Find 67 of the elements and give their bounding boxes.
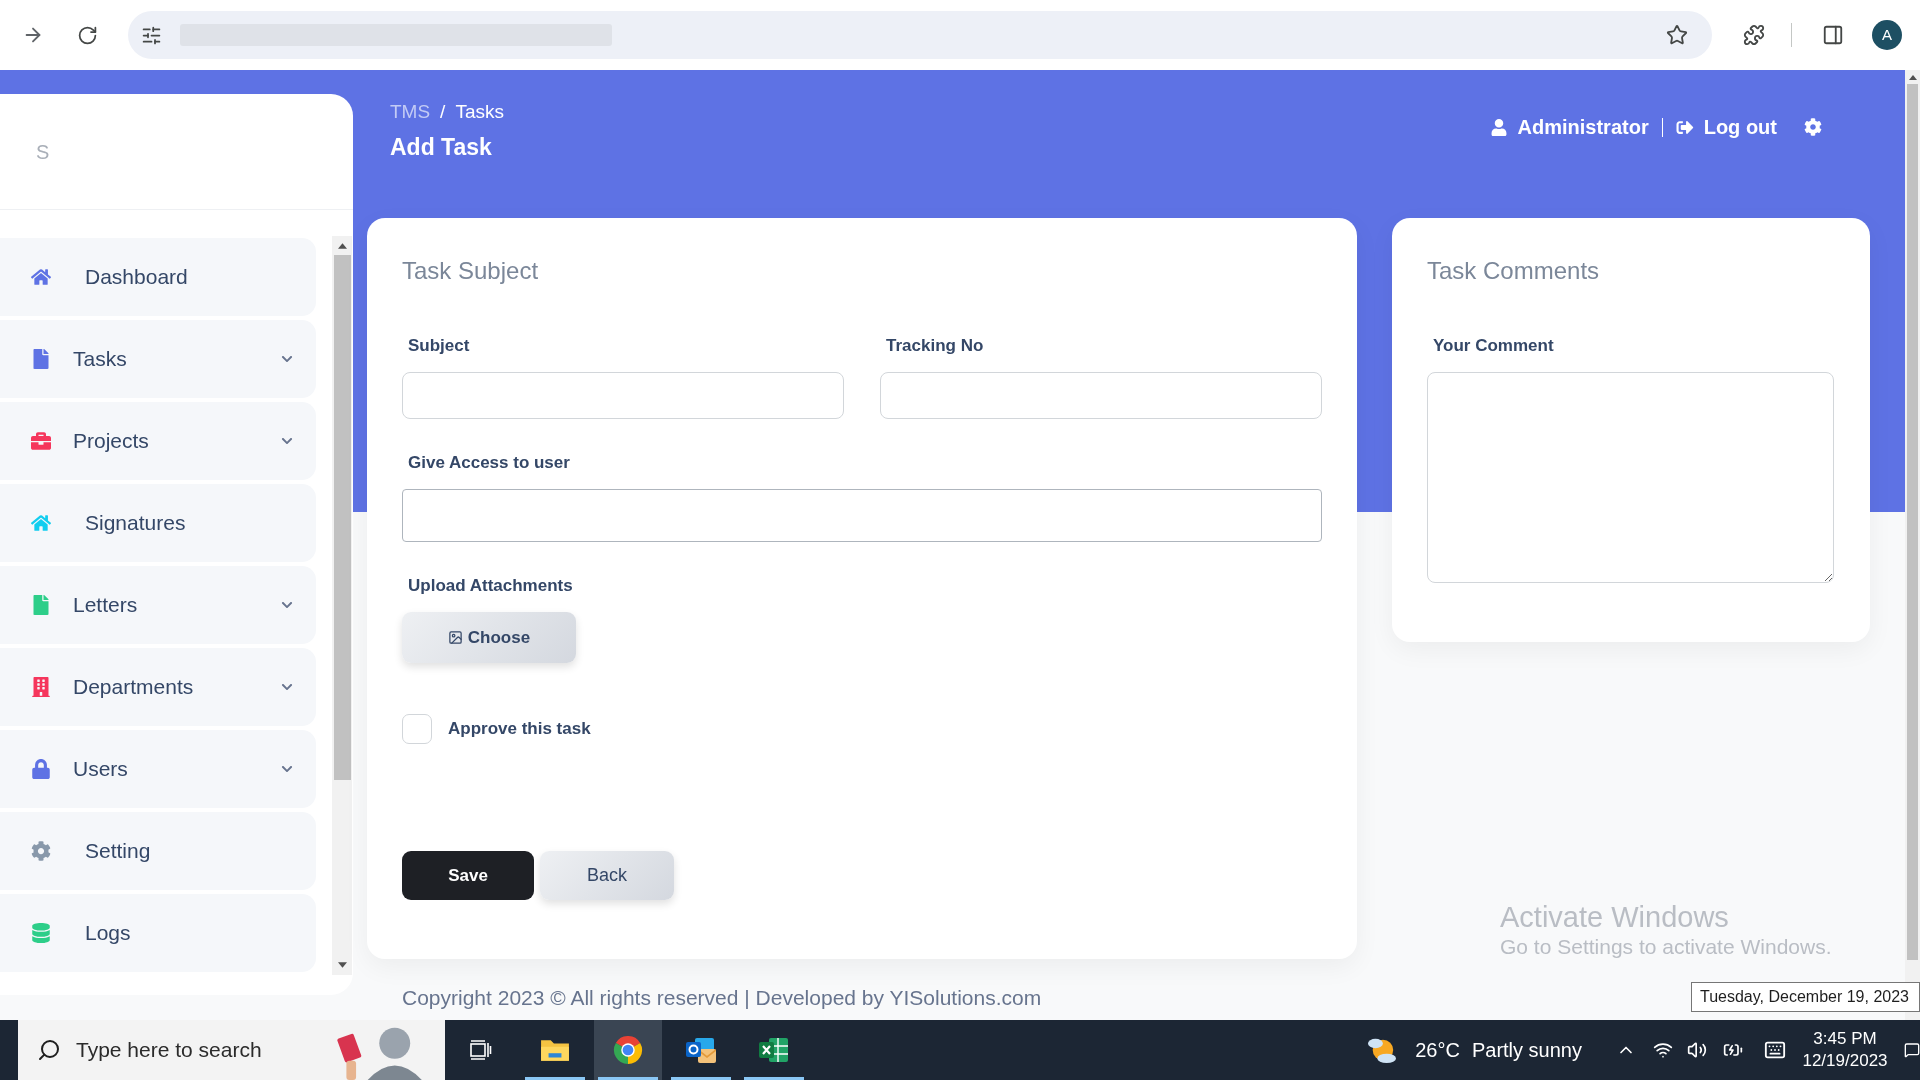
settings-button[interactable]: [1804, 118, 1822, 136]
profile-avatar[interactable]: A: [1872, 20, 1902, 50]
field-label: Give Access to user: [407, 452, 570, 474]
sidebar-item[interactable]: Departments: [0, 648, 316, 726]
browser-logo-icon: [613, 1036, 643, 1064]
copyright-text: Copyright 2023 © All rights reserved | Developed by YISolutions.com: [402, 986, 1042, 1010]
search-icon: [37, 1038, 61, 1062]
logo-text: S: [36, 139, 50, 165]
date-tooltip: Tuesday, December 19, 2023: [1691, 982, 1920, 1012]
scrollbar-thumb[interactable]: [333, 255, 351, 780]
temperature-text: 26°C: [1415, 1038, 1460, 1063]
back-button[interactable]: Back: [540, 851, 674, 900]
sidebar-item[interactable]: Signatures: [0, 484, 316, 562]
sidebar-item[interactable]: Logs: [0, 894, 316, 972]
site-settings-icon[interactable]: [141, 24, 162, 46]
puzzle-icon: [1743, 24, 1765, 46]
reload-icon: [76, 24, 98, 46]
clock-date[interactable]: 12/19/2023: [1802, 1050, 1888, 1072]
user-icon: [1490, 118, 1507, 136]
breadcrumb-separator: /: [440, 100, 446, 124]
notification-icon[interactable]: [1904, 1040, 1920, 1060]
sidebar-item[interactable]: Dashboard: [0, 238, 316, 316]
network-icon[interactable]: [1653, 1040, 1673, 1060]
search-input[interactable]: Type here to search: [76, 1034, 276, 1066]
caret-up-icon[interactable]: [1908, 75, 1917, 80]
settings-icon: [1804, 118, 1822, 136]
image-icon: [447, 630, 463, 645]
field-label: Tracking No: [885, 335, 984, 357]
taskbar-app-button[interactable]: [594, 1020, 662, 1080]
volume-icon[interactable]: [1687, 1040, 1707, 1060]
card-title: Task Comments: [1427, 256, 1600, 286]
star-icon[interactable]: [1666, 24, 1688, 46]
checkbox-label: Approve this task: [448, 718, 591, 740]
logout-icon: [1675, 118, 1694, 136]
activation-message: Go to Settings to activate Windows.: [1500, 935, 1832, 959]
sidebar-item[interactable]: Tasks: [0, 320, 316, 398]
side-panel-icon: [1822, 24, 1844, 46]
user-link[interactable]: Administrator: [1490, 115, 1649, 139]
spreadsheet-icon: [759, 1036, 789, 1064]
activation-title: Activate Windows: [1500, 900, 1729, 934]
caret-down-icon[interactable]: [337, 962, 347, 968]
logout-link[interactable]: Log out: [1675, 115, 1777, 139]
caret-up-icon[interactable]: [337, 243, 347, 249]
address-field[interactable]: [128, 11, 1712, 59]
sidebar-item[interactable]: Setting: [0, 812, 316, 890]
input-field[interactable]: [880, 372, 1322, 419]
task-view-icon: [468, 1038, 492, 1062]
card-title: Task Subject: [402, 256, 539, 286]
sidebar-scrollbar[interactable]: [332, 236, 352, 975]
checkbox[interactable]: [402, 714, 432, 744]
scrollbar-thumb[interactable]: [1907, 84, 1918, 960]
select-field[interactable]: [402, 489, 1322, 542]
mail-app-icon: [686, 1036, 716, 1064]
weather-icon: [1367, 1036, 1398, 1064]
clock-time[interactable]: 3:45 PM: [1813, 1028, 1877, 1050]
save-button[interactable]: Save: [402, 851, 534, 900]
field-label: Subject: [407, 335, 470, 357]
choose-file-button[interactable]: Choose: [402, 612, 576, 663]
sidebar-item[interactable]: Users: [0, 730, 316, 808]
input-field[interactable]: [402, 372, 844, 419]
field-label: Upload Attachments: [407, 575, 573, 597]
page-title: Add Task: [390, 134, 493, 160]
weather-condition-text: Partly sunny: [1471, 1038, 1582, 1063]
sidebar-item[interactable]: Projects: [0, 402, 316, 480]
breadcrumb-item[interactable]: Tasks: [455, 100, 504, 124]
field-label: Your Comment: [1432, 335, 1554, 357]
sidebar-item[interactable]: Letters: [0, 566, 316, 644]
